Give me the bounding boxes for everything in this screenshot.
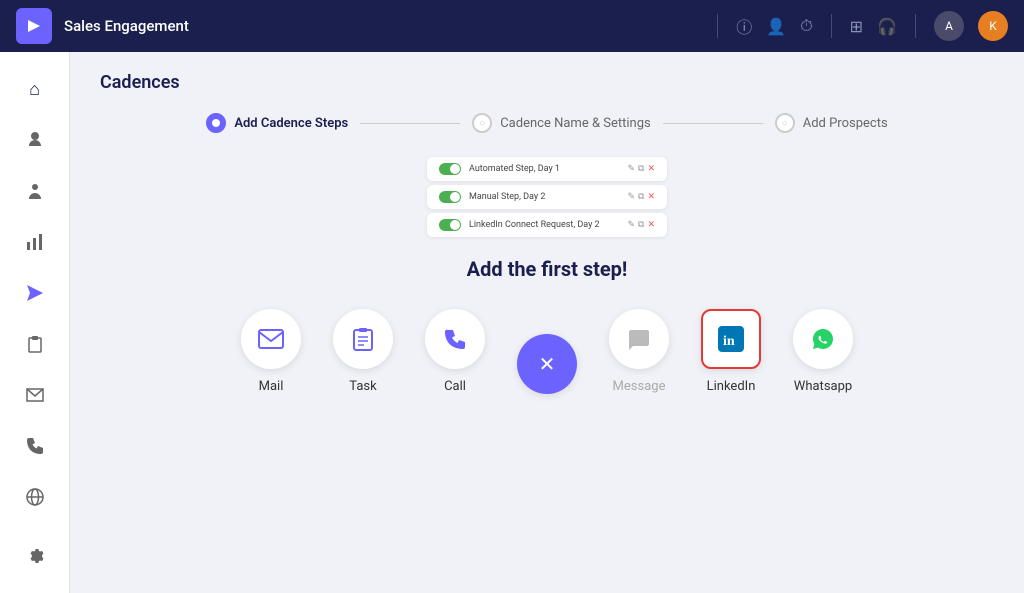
task-label: Task bbox=[349, 379, 376, 394]
sidebar-item-clipboard[interactable] bbox=[13, 323, 57, 366]
page-title: Cadences bbox=[100, 72, 994, 93]
delete-icon-2[interactable]: ✕ bbox=[647, 192, 655, 202]
close-icon: ✕ bbox=[517, 334, 577, 394]
sidebar-item-phone[interactable] bbox=[13, 424, 57, 467]
sidebar: ⌂ bbox=[0, 52, 70, 593]
main-content: Cadences Add Cadence Steps ○ Cadence Nam… bbox=[70, 52, 1024, 593]
step-option-call[interactable]: Call bbox=[425, 309, 485, 394]
sidebar-item-person[interactable] bbox=[13, 170, 57, 213]
sidebar-item-globe[interactable] bbox=[13, 475, 57, 518]
activity-icon[interactable]: ⏱ bbox=[800, 16, 812, 36]
linkedin-label: LinkedIn bbox=[707, 379, 756, 394]
step-option-whatsapp[interactable]: Whatsapp bbox=[793, 309, 853, 394]
copy-icon-2[interactable]: ⧉ bbox=[638, 192, 644, 202]
sidebar-item-mail[interactable] bbox=[13, 373, 57, 416]
stepper: Add Cadence Steps ○ Cadence Name & Setti… bbox=[100, 113, 994, 133]
step-3: ○ Add Prospects bbox=[775, 113, 888, 133]
step-option-task[interactable]: Task bbox=[333, 309, 393, 394]
sidebar-item-contacts[interactable] bbox=[13, 119, 57, 162]
topnav-divider-3 bbox=[915, 14, 916, 38]
topnav-divider-1 bbox=[717, 14, 718, 38]
preview-card-3-icons: ✎ ⧉ ✕ bbox=[627, 220, 655, 230]
step-2-circle: ○ bbox=[472, 113, 492, 133]
app-title: Sales Engagement bbox=[64, 17, 189, 35]
step-2-label: Cadence Name & Settings bbox=[500, 116, 651, 131]
user-icon[interactable]: 👤 bbox=[766, 17, 786, 36]
step-option-message[interactable]: Message bbox=[609, 309, 669, 394]
preview-toggle-2[interactable] bbox=[439, 191, 461, 203]
call-icon bbox=[425, 309, 485, 369]
copy-icon-1[interactable]: ⧉ bbox=[638, 164, 644, 174]
step-3-label: Add Prospects bbox=[803, 116, 888, 131]
add-step-title: Add the first step! bbox=[100, 257, 994, 281]
edit-icon-3[interactable]: ✎ bbox=[627, 220, 635, 230]
step-line-2 bbox=[663, 123, 763, 124]
copy-icon-3[interactable]: ⧉ bbox=[638, 220, 644, 230]
topnav-divider-2 bbox=[831, 14, 832, 38]
preview-card-3-label: LinkedIn Connect Request, Day 2 bbox=[469, 220, 619, 230]
preview-toggle-1[interactable] bbox=[439, 163, 461, 175]
preview-card-1-icons: ✎ ⧉ ✕ bbox=[627, 164, 655, 174]
app-logo[interactable] bbox=[16, 8, 52, 44]
avatar-a[interactable]: A bbox=[934, 11, 964, 41]
message-icon bbox=[609, 309, 669, 369]
preview-card-2-label: Manual Step, Day 2 bbox=[469, 192, 619, 202]
linkedin-icon: in bbox=[701, 309, 761, 369]
step-1-circle bbox=[206, 113, 226, 133]
main-layout: ⌂ Cadences bbox=[0, 52, 1024, 593]
whatsapp-label: Whatsapp bbox=[794, 379, 852, 394]
edit-icon-1[interactable]: ✎ bbox=[627, 164, 635, 174]
step-3-circle: ○ bbox=[775, 113, 795, 133]
avatar-k[interactable]: K bbox=[978, 11, 1008, 41]
step-option-close[interactable]: ✕ bbox=[517, 334, 577, 394]
sidebar-item-send[interactable] bbox=[13, 272, 57, 315]
preview-card-2: Manual Step, Day 2 ✎ ⧉ ✕ bbox=[427, 185, 667, 209]
call-label: Call bbox=[444, 379, 466, 394]
sidebar-item-settings[interactable] bbox=[13, 534, 57, 577]
task-icon bbox=[333, 309, 393, 369]
edit-icon-2[interactable]: ✎ bbox=[627, 192, 635, 202]
preview-card-3: LinkedIn Connect Request, Day 2 ✎ ⧉ ✕ bbox=[427, 213, 667, 237]
topnav-icon-group: ⓘ 👤 ⏱ ⊞ 🎧 A K bbox=[713, 11, 1008, 41]
step-line-1 bbox=[360, 123, 460, 124]
step-option-linkedin[interactable]: in LinkedIn bbox=[701, 309, 761, 394]
svg-text:in: in bbox=[723, 334, 735, 349]
sidebar-item-reports[interactable] bbox=[13, 221, 57, 264]
preview-card-1-label: Automated Step, Day 1 bbox=[469, 164, 619, 174]
preview-card-1: Automated Step, Day 1 ✎ ⧉ ✕ bbox=[427, 157, 667, 181]
message-label: Message bbox=[613, 379, 666, 394]
headset-icon[interactable]: 🎧 bbox=[877, 17, 897, 36]
step-options: Mail Task Call ✕ bbox=[100, 309, 994, 394]
delete-icon-1[interactable]: ✕ bbox=[647, 164, 655, 174]
step-1-label: Add Cadence Steps bbox=[234, 116, 348, 131]
whatsapp-icon bbox=[793, 309, 853, 369]
delete-icon-3[interactable]: ✕ bbox=[647, 220, 655, 230]
step-2: ○ Cadence Name & Settings bbox=[472, 113, 651, 133]
top-navigation: Sales Engagement ⓘ 👤 ⏱ ⊞ 🎧 A K bbox=[0, 0, 1024, 52]
preview-cards-area: Automated Step, Day 1 ✎ ⧉ ✕ Manual Step,… bbox=[100, 157, 994, 237]
grid-icon[interactable]: ⊞ bbox=[850, 17, 863, 36]
step-1: Add Cadence Steps bbox=[206, 113, 348, 133]
preview-card-2-icons: ✎ ⧉ ✕ bbox=[627, 192, 655, 202]
mail-label: Mail bbox=[259, 379, 284, 394]
help-icon[interactable]: ⓘ bbox=[736, 14, 752, 38]
step-option-mail[interactable]: Mail bbox=[241, 309, 301, 394]
mail-icon bbox=[241, 309, 301, 369]
sidebar-item-home[interactable]: ⌂ bbox=[13, 68, 57, 111]
preview-toggle-3[interactable] bbox=[439, 219, 461, 231]
